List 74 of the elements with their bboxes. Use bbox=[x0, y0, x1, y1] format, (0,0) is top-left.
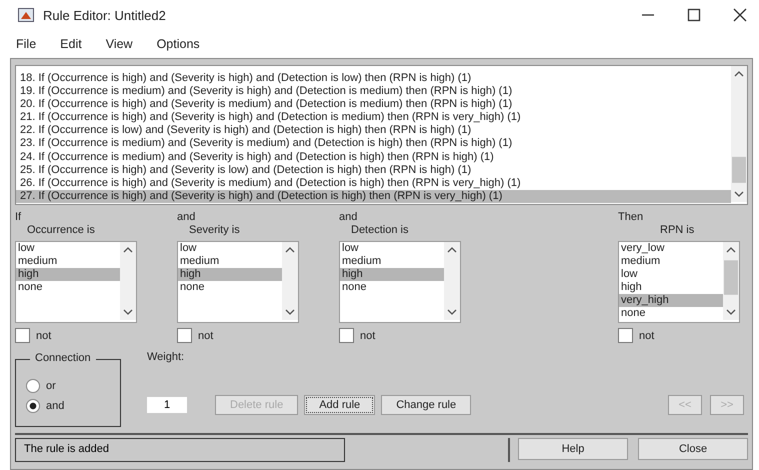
option-list[interactable]: low medium high none bbox=[339, 241, 461, 323]
radio-button[interactable] bbox=[26, 379, 40, 393]
menu-item[interactable]: View bbox=[106, 37, 133, 51]
list-option[interactable]: medium bbox=[619, 255, 723, 268]
footer-button[interactable]: Close bbox=[638, 438, 748, 460]
list-option[interactable]: medium bbox=[178, 255, 282, 268]
list-option[interactable]: low bbox=[619, 268, 723, 281]
list-option[interactable]: none bbox=[619, 307, 723, 320]
list-option[interactable]: high bbox=[619, 281, 723, 294]
rule-item[interactable]: 24. If (Occurrence is medium) and (Severity is high) and (Detection is high) then (RPN is high) (1) bbox=[16, 150, 731, 164]
checkbox-label: not bbox=[36, 330, 52, 342]
not-checkbox[interactable] bbox=[15, 328, 30, 343]
list-option[interactable]: high bbox=[16, 268, 120, 281]
rule-item[interactable]: 18. If (Occurrence is high) and (Severity is high) and (Detection is low) then (RPN is high) (1) bbox=[16, 72, 731, 86]
close-icon[interactable] bbox=[733, 8, 747, 22]
list-option[interactable]: none bbox=[340, 281, 444, 294]
list-option[interactable]: low bbox=[16, 242, 120, 255]
radio-label: and bbox=[46, 400, 64, 412]
rule-item[interactable]: 25. If (Occurrence is high) and (Severity is low) and (Detection is high) then (RPN is high) (1) bbox=[16, 164, 731, 177]
list-option[interactable]: low bbox=[340, 242, 444, 255]
option-list[interactable]: very_low medium low high very_high none bbox=[618, 241, 740, 323]
status-message: The rule is added bbox=[15, 438, 345, 462]
rule-button[interactable]: Change rule bbox=[381, 395, 472, 415]
list-option[interactable]: none bbox=[178, 281, 282, 294]
checkbox-label: not bbox=[360, 330, 376, 342]
checkbox-label: not bbox=[198, 330, 214, 342]
list-option[interactable]: high bbox=[178, 268, 282, 281]
menu-item[interactable]: Edit bbox=[60, 37, 82, 51]
rule-item[interactable]: 22. If (Occurrence is low) and (Severity is high) and (Detection is high) then (RPN is high) (1) bbox=[16, 124, 731, 138]
radio-label: or bbox=[46, 380, 56, 392]
column-prefix: Then bbox=[618, 211, 644, 224]
list-scrollbar[interactable] bbox=[120, 242, 136, 320]
column-label: Occurrence is bbox=[26, 224, 96, 238]
list-option[interactable]: very_low bbox=[619, 242, 723, 255]
list-option[interactable]: very_high bbox=[619, 294, 723, 307]
list-option[interactable]: medium bbox=[16, 255, 120, 268]
rule-item[interactable]: 27. If (Occurrence is high) and (Severity is high) and (Detection is high) then (RPN is very_high) (1) bbox=[16, 190, 731, 203]
rule-item[interactable]: 21. If (Occurrence is high) and (Severity is high) and (Detection is medium) then (RPN is very_high) (1) bbox=[16, 111, 731, 124]
list-scrollbar[interactable] bbox=[282, 242, 298, 320]
column-prefix: and bbox=[177, 211, 196, 224]
rule-scrollbar[interactable] bbox=[731, 66, 747, 202]
maximize-icon[interactable] bbox=[687, 8, 701, 22]
column-prefix: If bbox=[15, 211, 22, 224]
not-checkbox[interactable] bbox=[618, 328, 633, 343]
not-checkbox[interactable] bbox=[177, 328, 192, 343]
radio-button[interactable] bbox=[26, 399, 40, 413]
not-checkbox[interactable] bbox=[339, 328, 354, 343]
column-label: RPN is bbox=[659, 224, 696, 238]
rule-item[interactable]: 20. If (Occurrence is high) and (Severity is medium) and (Detection is medium) then (RPN is high) (1) bbox=[16, 98, 731, 112]
weight-field[interactable]: 1 bbox=[147, 397, 187, 413]
weight-label: Weight: bbox=[147, 351, 186, 365]
list-scrollbar[interactable] bbox=[444, 242, 460, 320]
rule-item[interactable]: 23. If (Occurrence is medium) and (Severity is medium) and (Detection is high) then (RPN is high) (1) bbox=[16, 137, 731, 151]
option-list[interactable]: low medium high none bbox=[15, 241, 137, 323]
rule-item[interactable]: 19. If (Occurrence is medium) and (Severity is high) and (Detection is medium) then (RPN is high) (1) bbox=[16, 85, 731, 98]
group-title: Connection bbox=[30, 352, 96, 364]
list-option[interactable]: none bbox=[16, 281, 120, 294]
list-option[interactable]: low bbox=[178, 242, 282, 255]
app-icon[interactable] bbox=[18, 8, 34, 22]
footer-button[interactable]: Help bbox=[518, 438, 628, 460]
menu-item[interactable]: File bbox=[16, 37, 36, 51]
list-option[interactable]: high bbox=[340, 268, 444, 281]
option-list[interactable]: low medium high none bbox=[177, 241, 299, 323]
menu-item[interactable]: Options bbox=[156, 37, 200, 51]
rule-button[interactable]: Add rule bbox=[304, 395, 376, 415]
checkbox-label: not bbox=[639, 330, 654, 342]
column-prefix: and bbox=[339, 211, 358, 224]
column-label: Detection is bbox=[350, 224, 410, 238]
rule-list[interactable] bbox=[15, 65, 748, 205]
list-scrollbar[interactable] bbox=[723, 242, 739, 320]
rule-item[interactable]: 26. If (Occurrence is high) and (Severity is medium) and (Detection is high) then (RPN is very_high) (1) bbox=[16, 176, 731, 190]
list-option[interactable]: medium bbox=[340, 255, 444, 268]
column-label: Severity is bbox=[188, 224, 241, 238]
window-title: Rule Editor: Untitled2 bbox=[43, 8, 166, 22]
